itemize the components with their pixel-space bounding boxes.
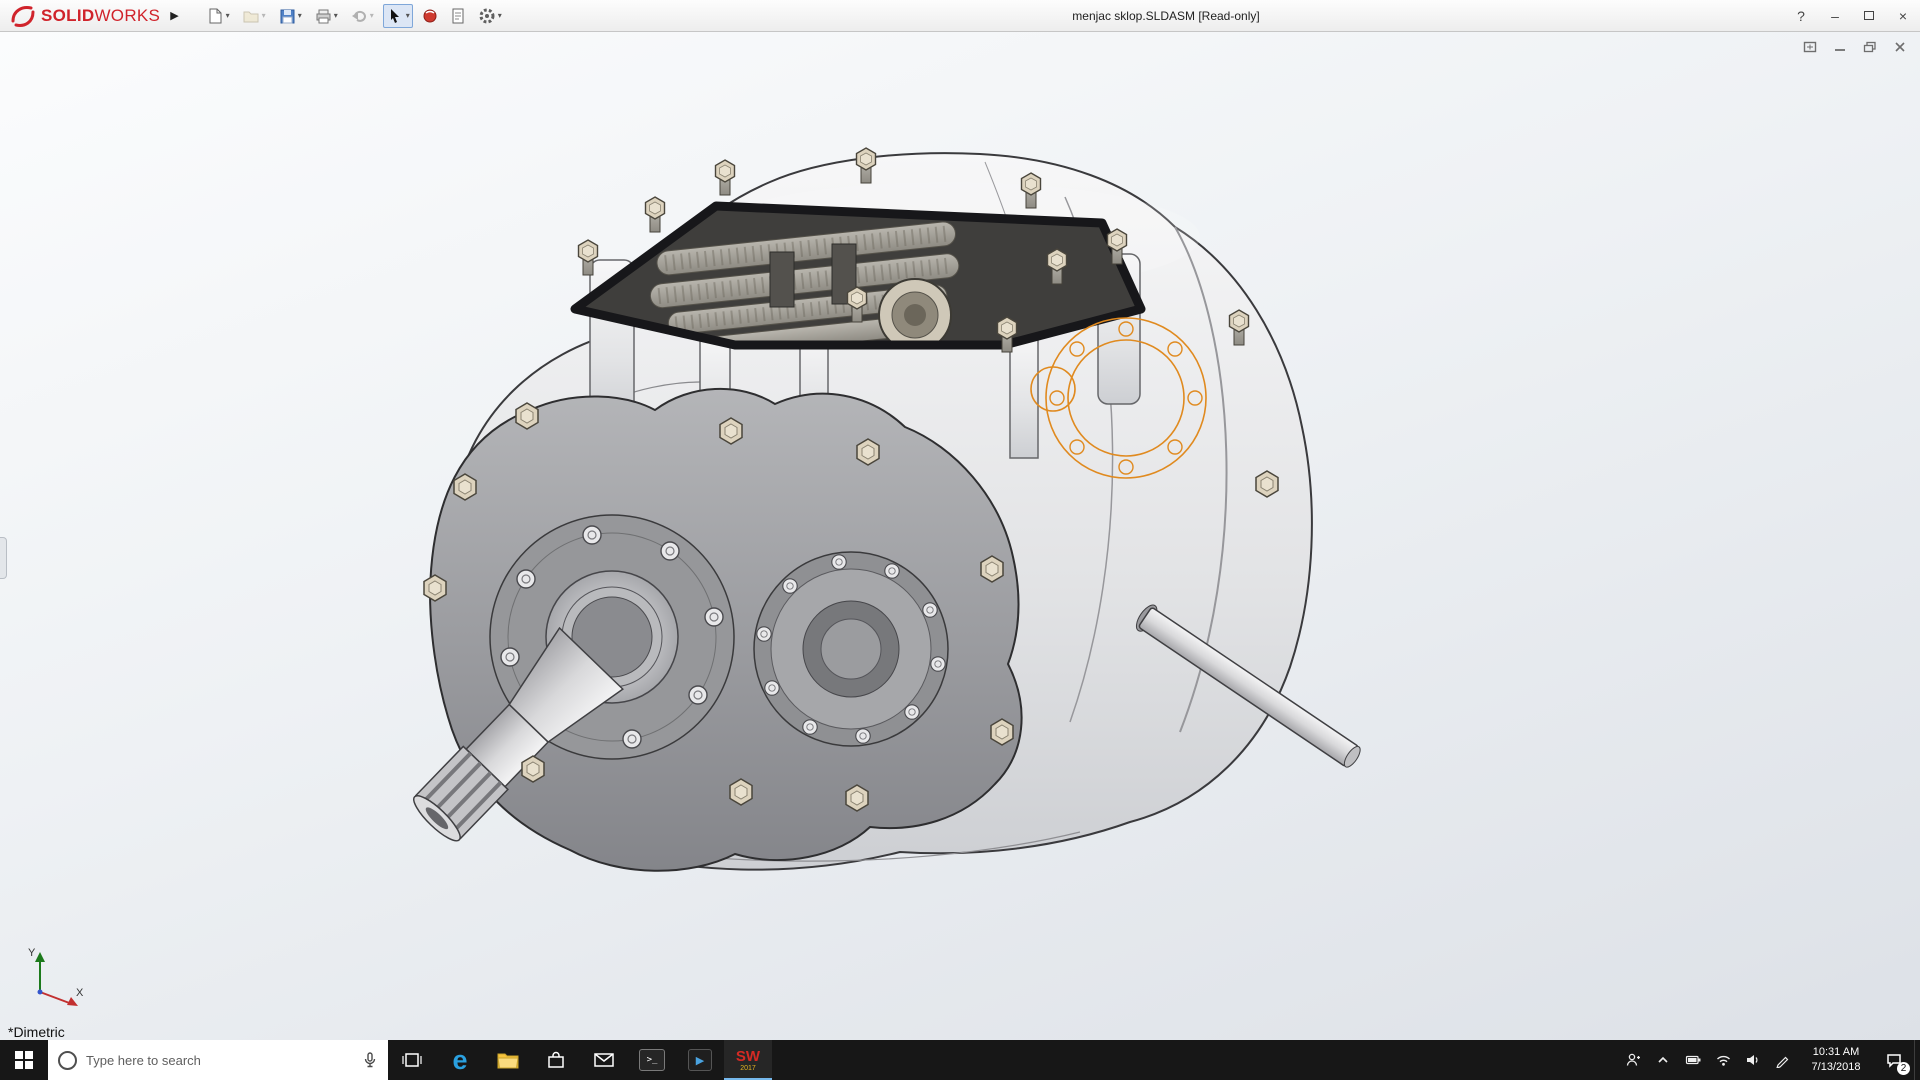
quick-access-toolbar: ▾ ▾ ▾ ▾ ▾ bbox=[203, 4, 505, 28]
app-titlebar: SOLIDWORKS ▶ ▾ ▾ ▾ ▾ bbox=[0, 0, 1920, 32]
show-desktop-button[interactable] bbox=[1914, 1040, 1920, 1080]
windows-logo-icon bbox=[14, 1050, 34, 1070]
help-button[interactable]: ? bbox=[1784, 0, 1818, 31]
clock-date: 7/13/2018 bbox=[1812, 1060, 1861, 1075]
file-properties-button[interactable] bbox=[447, 4, 469, 28]
close-doc-icon[interactable] bbox=[1892, 40, 1908, 54]
reference-triad: Y X bbox=[18, 944, 88, 1014]
dock-icon[interactable] bbox=[1802, 40, 1818, 54]
y-axis-arrow-icon bbox=[35, 952, 45, 962]
minimize-button[interactable]: – bbox=[1818, 0, 1852, 31]
hidden-icons-button[interactable] bbox=[1648, 1040, 1678, 1080]
taskbar-item-media-app[interactable]: ▶ bbox=[676, 1040, 724, 1080]
volume-button[interactable] bbox=[1738, 1040, 1768, 1080]
y-axis-label: Y bbox=[28, 947, 36, 959]
dropdown-arrow-icon: ▾ bbox=[298, 11, 302, 20]
view-orientation-label: *Dimetric bbox=[8, 1024, 65, 1040]
battery-button[interactable] bbox=[1678, 1040, 1708, 1080]
taskbar-item-store[interactable] bbox=[532, 1040, 580, 1080]
microphone-icon[interactable] bbox=[362, 1051, 378, 1069]
save-icon bbox=[278, 7, 296, 25]
mail-icon bbox=[593, 1051, 615, 1069]
taskbar-item-file-explorer[interactable] bbox=[484, 1040, 532, 1080]
print-button[interactable]: ▾ bbox=[311, 4, 341, 28]
pen-icon bbox=[1775, 1052, 1791, 1068]
task-view-icon bbox=[401, 1050, 423, 1070]
action-center-button[interactable]: 2 bbox=[1874, 1040, 1914, 1080]
taskbar-search-input[interactable] bbox=[86, 1053, 353, 1068]
new-document-button[interactable]: ▾ bbox=[203, 4, 233, 28]
open-document-button[interactable]: ▾ bbox=[239, 4, 269, 28]
clock-time: 10:31 AM bbox=[1813, 1045, 1859, 1060]
front-flange[interactable] bbox=[399, 389, 1022, 871]
graphics-viewport[interactable]: Y X *Dimetric bbox=[0, 32, 1920, 1040]
menu-flyout-arrow-icon[interactable]: ▶ bbox=[168, 9, 188, 22]
restore-doc-icon[interactable] bbox=[1862, 40, 1878, 54]
chevron-up-icon bbox=[1656, 1053, 1670, 1067]
taskbar-item-console[interactable]: >_ bbox=[628, 1040, 676, 1080]
minimize-doc-icon[interactable] bbox=[1832, 40, 1848, 54]
edge-icon: e bbox=[452, 1047, 467, 1074]
network-button[interactable] bbox=[1708, 1040, 1738, 1080]
close-button[interactable]: × bbox=[1886, 0, 1920, 31]
people-icon bbox=[1625, 1052, 1641, 1068]
gearbox-model[interactable] bbox=[0, 32, 1920, 1040]
appearance-button[interactable] bbox=[419, 4, 441, 28]
dropdown-arrow-icon: ▾ bbox=[370, 11, 374, 20]
dropdown-arrow-icon: ▾ bbox=[226, 11, 230, 20]
maximize-button[interactable] bbox=[1852, 0, 1886, 31]
system-tray: 10:31 AM 7/13/2018 2 bbox=[1618, 1040, 1920, 1080]
file-explorer-icon bbox=[496, 1050, 520, 1070]
battery-icon bbox=[1685, 1052, 1702, 1068]
document-title: menjac sklop.SLDASM [Read-only] bbox=[1072, 9, 1259, 23]
x-axis-label: X bbox=[76, 987, 84, 999]
pen-button[interactable] bbox=[1768, 1040, 1798, 1080]
dropdown-arrow-icon: ▾ bbox=[262, 11, 266, 20]
network-icon bbox=[1715, 1052, 1732, 1068]
windows-taskbar: e >_ ▶ SW 2017 bbox=[0, 1040, 1920, 1080]
select-tool-button[interactable]: ▾ bbox=[383, 4, 413, 28]
open-folder-icon bbox=[242, 7, 260, 25]
taskbar-search[interactable] bbox=[48, 1040, 388, 1080]
dropdown-arrow-icon: ▾ bbox=[406, 11, 410, 20]
save-button[interactable]: ▾ bbox=[275, 4, 305, 28]
taskbar-item-edge[interactable]: e bbox=[436, 1040, 484, 1080]
taskbar-clock[interactable]: 10:31 AM 7/13/2018 bbox=[1798, 1040, 1874, 1080]
brand-text: SOLIDWORKS bbox=[41, 6, 160, 26]
console-icon: >_ bbox=[639, 1049, 665, 1071]
appearance-icon bbox=[422, 7, 438, 25]
notification-badge: 2 bbox=[1897, 1062, 1910, 1075]
solidworks-app-icon: SW 2017 bbox=[736, 1049, 760, 1072]
task-view-button[interactable] bbox=[388, 1040, 436, 1080]
file-properties-icon bbox=[450, 7, 466, 25]
options-gear-icon bbox=[478, 7, 496, 25]
store-bag-icon bbox=[545, 1050, 567, 1070]
undo-icon bbox=[350, 7, 368, 25]
select-cursor-icon bbox=[386, 7, 404, 25]
dropdown-arrow-icon: ▾ bbox=[334, 11, 338, 20]
cortana-icon bbox=[58, 1051, 77, 1070]
maximize-icon bbox=[1864, 11, 1874, 20]
new-document-icon bbox=[206, 7, 224, 25]
solidworks-logo-icon bbox=[10, 3, 36, 29]
undo-button[interactable]: ▾ bbox=[347, 4, 377, 28]
volume-icon bbox=[1745, 1052, 1762, 1068]
taskbar-item-solidworks[interactable]: SW 2017 bbox=[724, 1040, 772, 1080]
document-window-controls bbox=[1802, 40, 1908, 54]
solidworks-logo: SOLIDWORKS bbox=[0, 3, 168, 29]
people-button[interactable] bbox=[1618, 1040, 1648, 1080]
options-button[interactable]: ▾ bbox=[475, 4, 505, 28]
dropdown-arrow-icon: ▾ bbox=[498, 11, 502, 20]
print-icon bbox=[314, 7, 332, 25]
secondary-flange[interactable] bbox=[754, 552, 948, 746]
media-app-icon: ▶ bbox=[688, 1049, 712, 1071]
window-controls: ? – × bbox=[1784, 0, 1920, 31]
taskbar-item-mail[interactable] bbox=[580, 1040, 628, 1080]
start-button[interactable] bbox=[0, 1040, 48, 1080]
